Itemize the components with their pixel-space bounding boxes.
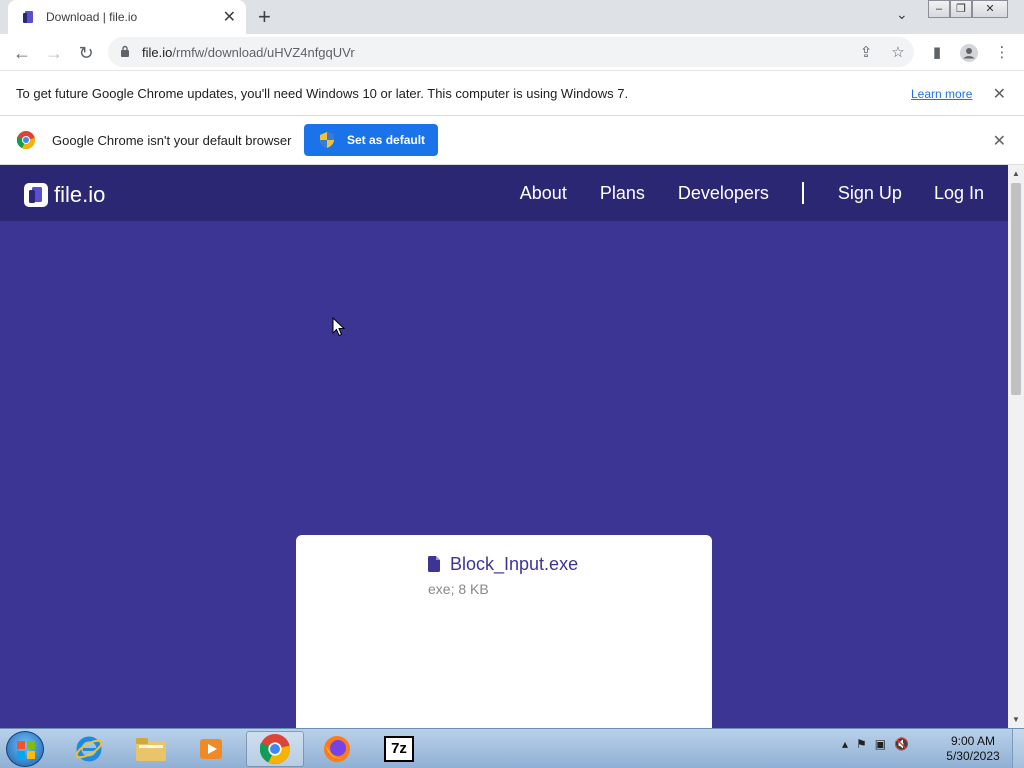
- reload-icon[interactable]: ↻: [74, 41, 98, 65]
- scroll-down-arrow-icon[interactable]: ▼: [1008, 715, 1024, 724]
- nav-plans-link[interactable]: Plans: [600, 183, 645, 204]
- close-icon[interactable]: ✕: [993, 131, 1006, 151]
- scroll-up-arrow-icon[interactable]: ▲: [1008, 169, 1024, 178]
- tab-title: Download | file.io: [46, 10, 138, 24]
- lock-icon: [121, 45, 129, 57]
- file-name: Block_Input.exe: [450, 554, 579, 574]
- share-icon[interactable]: ⇪: [856, 43, 876, 63]
- url-host: file.io: [142, 45, 173, 60]
- nav-developers-link[interactable]: Developers: [678, 183, 769, 204]
- site-header: file.io About Plans Developers Sign Up L…: [0, 165, 1008, 221]
- internet-explorer-icon: [75, 736, 103, 762]
- scroll-thumb[interactable]: [1011, 183, 1021, 395]
- back-arrow-icon[interactable]: ←: [10, 41, 34, 65]
- chrome-icon: [260, 734, 290, 764]
- firefox-icon: [324, 736, 350, 762]
- brand-logo[interactable]: file.io: [24, 182, 105, 208]
- folder-icon: [136, 738, 166, 761]
- window-close-button[interactable]: ✕: [972, 0, 1008, 18]
- nav-about-link[interactable]: About: [520, 183, 567, 204]
- file-card: Block_Input.exe exe; 8 KB: [296, 535, 712, 728]
- clock-date: 5/30/2023: [946, 749, 1000, 763]
- minimize-button[interactable]: –: [928, 0, 950, 18]
- tray-expand-icon[interactable]: ▴: [842, 737, 848, 751]
- taskbar-google-chrome[interactable]: [246, 731, 304, 767]
- set-as-default-button[interactable]: Set as default: [304, 124, 438, 156]
- url-text: file.io/rmfw/download/uHVZ4nfgqUVr: [142, 45, 355, 60]
- default-browser-message: Google Chrome isn't your default browser: [52, 133, 292, 148]
- clock-time: 9:00 AM: [950, 734, 996, 748]
- taskbar-7zip[interactable]: 7z: [370, 731, 428, 767]
- address-bar[interactable]: file.io/rmfw/download/uHVZ4nfgqUVr ⇪ ☆: [108, 37, 914, 67]
- restore-button[interactable]: ❐: [950, 0, 972, 18]
- bookmark-star-icon[interactable]: ☆: [888, 43, 908, 63]
- tab-search-chevron-icon[interactable]: ⌄: [896, 6, 908, 23]
- forward-arrow-icon[interactable]: →: [42, 41, 66, 65]
- windows-taskbar: 7z ▴ ⚑ ▣ 🔇 9:00 AM 5/30/2023: [0, 728, 1024, 768]
- site-nav: About Plans Developers Sign Up Log In: [520, 182, 984, 204]
- fileio-favicon-icon: [23, 11, 33, 23]
- action-center-flag-icon[interactable]: ⚑: [856, 737, 867, 751]
- browser-tab[interactable]: Download | file.io ✕: [8, 0, 246, 34]
- nav-divider: [801, 182, 804, 204]
- new-tab-button[interactable]: +: [258, 5, 271, 29]
- taskbar-firefox[interactable]: [308, 731, 366, 767]
- taskbar-file-explorer[interactable]: [122, 731, 180, 767]
- menu-kebab-icon[interactable]: ⋮: [990, 41, 1014, 65]
- url-path: /rmfw/download/uHVZ4nfgqUVr: [172, 45, 355, 60]
- close-icon[interactable]: ✕: [993, 84, 1006, 104]
- set-as-default-label: Set as default: [347, 133, 426, 147]
- chrome-logo-icon: [17, 131, 35, 149]
- file-icon: [428, 556, 440, 572]
- profile-avatar-icon[interactable]: [957, 41, 981, 65]
- default-browser-infobar: Google Chrome isn't your default browser…: [0, 116, 1024, 165]
- page-content: file.io About Plans Developers Sign Up L…: [0, 165, 1008, 728]
- network-icon[interactable]: ▣: [875, 737, 886, 751]
- update-infobar: To get future Google Chrome updates, you…: [0, 72, 1024, 116]
- volume-muted-icon[interactable]: 🔇: [894, 737, 909, 751]
- system-clock[interactable]: 9:00 AM 5/30/2023: [940, 734, 1006, 764]
- browser-toolbar: ← → ↻ file.io/rmfw/download/uHVZ4nfgqUVr…: [0, 34, 1024, 71]
- system-tray: ▴ ⚑ ▣ 🔇: [842, 737, 909, 751]
- page-scrollbar[interactable]: ▲ ▼: [1008, 165, 1024, 728]
- fileio-logo-icon: [24, 183, 48, 207]
- nav-login-link[interactable]: Log In: [934, 183, 984, 204]
- update-message: To get future Google Chrome updates, you…: [16, 86, 629, 101]
- windows-flag-icon: [17, 741, 35, 759]
- learn-more-link[interactable]: Learn more: [911, 87, 972, 101]
- 7zip-icon: 7z: [384, 736, 414, 762]
- nav-signup-link[interactable]: Sign Up: [838, 183, 902, 204]
- tab-close-icon[interactable]: ✕: [223, 7, 236, 27]
- file-meta: exe; 8 KB: [428, 581, 489, 597]
- taskbar-media-player[interactable]: [182, 731, 240, 767]
- brand-name: file.io: [54, 182, 106, 207]
- mouse-cursor-icon: [332, 317, 346, 337]
- window-controls: – ❐ ✕: [928, 0, 1008, 18]
- uac-shield-icon: [320, 132, 334, 148]
- side-panel-icon[interactable]: ▮: [925, 41, 949, 65]
- taskbar-internet-explorer[interactable]: [60, 731, 118, 767]
- media-player-icon: [200, 739, 222, 759]
- start-button[interactable]: [6, 731, 44, 767]
- tab-strip: Download | file.io ✕ + ⌄ – ❐ ✕: [0, 0, 1024, 34]
- show-desktop-button[interactable]: [1012, 729, 1024, 768]
